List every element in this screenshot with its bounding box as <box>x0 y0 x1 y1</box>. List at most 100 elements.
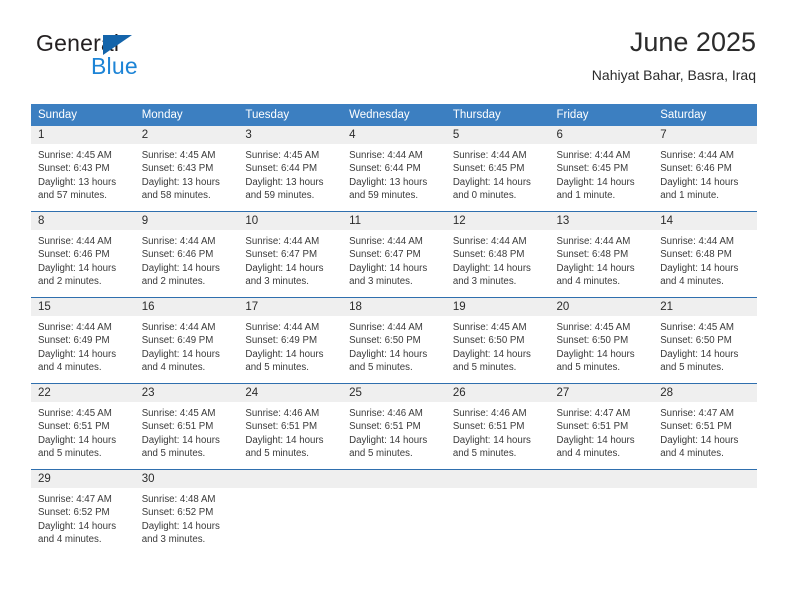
day-info: Sunrise: 4:44 AM Sunset: 6:47 PM Daylight:… <box>342 230 446 289</box>
day-info: Sunrise: 4:45 AM Sunset: 6:43 PM Daylight:… <box>31 144 135 203</box>
calendar-day-cell: 28 Sunrise: 4:47 AM Sunset: 6:51 PM Dayligh… <box>653 383 757 470</box>
calendar-day-cell: 16 Sunrise: 4:44 AM Sunset: 6:49 PM Dayligh… <box>134 297 239 384</box>
day-info: Sunrise: 4:44 AM Sunset: 6:46 PM Daylight:… <box>653 144 757 203</box>
day-cell[interactable]: 18 Sunrise: 4:44 AM Sunset: 6:50 PM Dayligh… <box>342 298 446 383</box>
day-number: 17 <box>238 298 343 316</box>
page-subtitle: Nahiyat Bahar, Basra, Iraq <box>591 66 756 83</box>
sunset-text: Sunset: 6:44 PM <box>349 163 421 175</box>
calendar-table: Sunday Monday Tuesday Wednesday Thursday… <box>31 104 757 555</box>
sunset-text: Sunset: 6:52 PM <box>141 507 214 519</box>
day-cell[interactable]: 20 Sunrise: 4:45 AM Sunset: 6:50 PM Dayligh… <box>549 298 654 383</box>
calendar-day-cell: 3 Sunrise: 4:45 AM Sunset: 6:44 PM Daylight… <box>238 126 343 212</box>
day-info: Sunrise: 4:44 AM Sunset: 6:44 PM Daylight:… <box>342 144 446 203</box>
daylight-text: Daylight: 14 hours and 4 minutes. <box>660 262 739 288</box>
day-info: Sunrise: 4:45 AM Sunset: 6:50 PM Daylight:… <box>653 316 757 375</box>
day-info: Sunrise: 4:45 AM Sunset: 6:50 PM Daylight:… <box>550 316 654 375</box>
day-cell[interactable]: 28 Sunrise: 4:47 AM Sunset: 6:51 PM Dayligh… <box>653 384 757 469</box>
day-cell[interactable]: 15 Sunrise: 4:44 AM Sunset: 6:49 PM Dayligh… <box>31 298 135 383</box>
day-info: Sunrise: 4:46 AM Sunset: 6:51 PM Daylight:… <box>238 402 342 461</box>
day-number: 24 <box>238 384 343 402</box>
day-info: Sunrise: 4:46 AM Sunset: 6:51 PM Daylight:… <box>342 402 446 461</box>
calendar-header-row: Sunday Monday Tuesday Wednesday Thursday… <box>31 104 757 126</box>
day-cell[interactable]: 27 Sunrise: 4:47 AM Sunset: 6:51 PM Dayligh… <box>549 384 654 469</box>
calendar-day-cell <box>342 469 446 555</box>
day-cell[interactable]: 29 Sunrise: 4:47 AM Sunset: 6:52 PM Dayligh… <box>31 470 135 555</box>
day-info: Sunrise: 4:45 AM Sunset: 6:44 PM Daylight:… <box>238 144 342 203</box>
day-info: Sunrise: 4:47 AM Sunset: 6:51 PM Daylight:… <box>653 402 757 461</box>
day-number: 15 <box>31 298 135 316</box>
calendar-day-cell: 25 Sunrise: 4:46 AM Sunset: 6:51 PM Dayligh… <box>342 383 446 470</box>
day-number: 6 <box>549 126 654 144</box>
day-cell[interactable]: 30 Sunrise: 4:48 AM Sunset: 6:52 PM Dayligh… <box>134 470 239 555</box>
daylight-text: Daylight: 13 hours and 59 minutes. <box>349 176 428 202</box>
daylight-text: Daylight: 14 hours and 5 minutes. <box>245 434 324 460</box>
daylight-text: Daylight: 14 hours and 5 minutes. <box>452 348 531 374</box>
triangle-icon <box>103 35 132 55</box>
sunrise-text: Sunrise: 4:45 AM <box>556 322 631 333</box>
daylight-text: Daylight: 14 hours and 3 minutes. <box>349 262 428 288</box>
sunset-text: Sunset: 6:50 PM <box>452 335 525 347</box>
day-cell[interactable]: 13 Sunrise: 4:44 AM Sunset: 6:48 PM Dayligh… <box>549 212 654 297</box>
daylight-text: Daylight: 14 hours and 1 minute. <box>660 176 739 202</box>
day-cell[interactable]: 4 Sunrise: 4:44 AM Sunset: 6:44 PM Daylight… <box>342 126 446 211</box>
calendar-day-cell: 2 Sunrise: 4:45 AM Sunset: 6:43 PM Daylight… <box>134 126 239 212</box>
logo-text-blue: Blue <box>91 53 138 79</box>
daylight-text: Daylight: 14 hours and 0 minutes. <box>452 176 531 202</box>
day-cell[interactable]: 11 Sunrise: 4:44 AM Sunset: 6:47 PM Dayligh… <box>342 212 446 297</box>
day-cell[interactable]: 25 Sunrise: 4:46 AM Sunset: 6:51 PM Dayligh… <box>342 384 446 469</box>
day-info: Sunrise: 4:44 AM Sunset: 6:49 PM Daylight:… <box>135 316 239 375</box>
day-cell[interactable]: 3 Sunrise: 4:45 AM Sunset: 6:44 PM Daylight… <box>238 126 343 211</box>
daylight-text: Daylight: 13 hours and 58 minutes. <box>141 176 220 202</box>
day-number: 22 <box>31 384 135 402</box>
weekday-header-friday: Friday <box>549 104 654 126</box>
day-cell[interactable]: 7 Sunrise: 4:44 AM Sunset: 6:46 PM Daylight… <box>653 126 757 211</box>
day-cell[interactable]: 10 Sunrise: 4:44 AM Sunset: 6:47 PM Dayligh… <box>238 212 343 297</box>
day-cell[interactable]: 21 Sunrise: 4:45 AM Sunset: 6:50 PM Dayligh… <box>653 298 757 383</box>
calendar-day-cell: 8 Sunrise: 4:44 AM Sunset: 6:46 PM Daylight… <box>31 211 135 298</box>
calendar-day-cell: 6 Sunrise: 4:44 AM Sunset: 6:45 PM Daylight… <box>549 126 654 212</box>
calendar-day-cell: 5 Sunrise: 4:44 AM Sunset: 6:45 PM Daylight… <box>445 126 550 212</box>
sunrise-text: Sunrise: 4:44 AM <box>556 150 631 161</box>
day-number <box>342 470 446 488</box>
day-number: 23 <box>134 384 239 402</box>
day-cell[interactable]: 16 Sunrise: 4:44 AM Sunset: 6:49 PM Dayligh… <box>134 298 239 383</box>
page-title: June 2025 <box>629 27 756 57</box>
sunset-text: Sunset: 6:51 PM <box>452 421 525 433</box>
calendar-day-cell: 19 Sunrise: 4:45 AM Sunset: 6:50 PM Dayligh… <box>445 297 550 384</box>
general-blue-logo[interactable]: General Blue <box>36 32 256 88</box>
day-cell[interactable]: 2 Sunrise: 4:45 AM Sunset: 6:43 PM Daylight… <box>134 126 239 211</box>
day-number: 25 <box>342 384 446 402</box>
sunset-text: Sunset: 6:46 PM <box>38 249 110 261</box>
sunset-text: Sunset: 6:50 PM <box>349 335 421 347</box>
weekday-header-saturday: Saturday <box>653 104 757 126</box>
day-cell[interactable]: 9 Sunrise: 4:44 AM Sunset: 6:46 PM Daylight… <box>134 212 239 297</box>
calendar-day-cell: 4 Sunrise: 4:44 AM Sunset: 6:44 PM Daylight… <box>342 126 446 212</box>
daylight-text: Daylight: 14 hours and 5 minutes. <box>660 348 739 374</box>
day-cell[interactable]: 8 Sunrise: 4:44 AM Sunset: 6:46 PM Daylight… <box>31 212 135 297</box>
sunset-text: Sunset: 6:50 PM <box>660 335 732 347</box>
sunrise-text: Sunrise: 4:47 AM <box>660 408 734 419</box>
day-cell[interactable]: 1 Sunrise: 4:45 AM Sunset: 6:43 PM Daylight… <box>31 126 135 211</box>
calendar-day-cell <box>653 469 757 555</box>
sunrise-text: Sunrise: 4:44 AM <box>349 236 423 247</box>
day-cell[interactable]: 6 Sunrise: 4:44 AM Sunset: 6:45 PM Daylight… <box>549 126 654 211</box>
day-cell[interactable]: 5 Sunrise: 4:44 AM Sunset: 6:45 PM Daylight… <box>445 126 550 211</box>
day-cell[interactable]: 26 Sunrise: 4:46 AM Sunset: 6:51 PM Dayligh… <box>445 384 550 469</box>
daylight-text: Daylight: 14 hours and 2 minutes. <box>141 262 220 288</box>
sunset-text: Sunset: 6:45 PM <box>452 163 525 175</box>
day-cell[interactable]: 12 Sunrise: 4:44 AM Sunset: 6:48 PM Dayligh… <box>445 212 550 297</box>
day-number: 13 <box>549 212 654 230</box>
day-cell[interactable]: 17 Sunrise: 4:44 AM Sunset: 6:49 PM Dayligh… <box>238 298 343 383</box>
sunrise-text: Sunrise: 4:44 AM <box>660 236 734 247</box>
day-cell[interactable]: 14 Sunrise: 4:44 AM Sunset: 6:48 PM Dayligh… <box>653 212 757 297</box>
day-cell[interactable]: 22 Sunrise: 4:45 AM Sunset: 6:51 PM Dayligh… <box>31 384 135 469</box>
sunrise-text: Sunrise: 4:45 AM <box>141 408 216 419</box>
day-cell[interactable]: 23 Sunrise: 4:45 AM Sunset: 6:51 PM Dayligh… <box>134 384 239 469</box>
day-cell[interactable]: 24 Sunrise: 4:46 AM Sunset: 6:51 PM Dayligh… <box>238 384 343 469</box>
day-cell[interactable]: 19 Sunrise: 4:45 AM Sunset: 6:50 PM Dayligh… <box>445 298 550 383</box>
sunrise-text: Sunrise: 4:47 AM <box>38 494 112 505</box>
calendar-day-cell: 12 Sunrise: 4:44 AM Sunset: 6:48 PM Dayligh… <box>445 211 550 298</box>
weekday-header-tuesday: Tuesday <box>238 104 343 126</box>
day-number: 26 <box>445 384 550 402</box>
sunset-text: Sunset: 6:49 PM <box>38 335 110 347</box>
